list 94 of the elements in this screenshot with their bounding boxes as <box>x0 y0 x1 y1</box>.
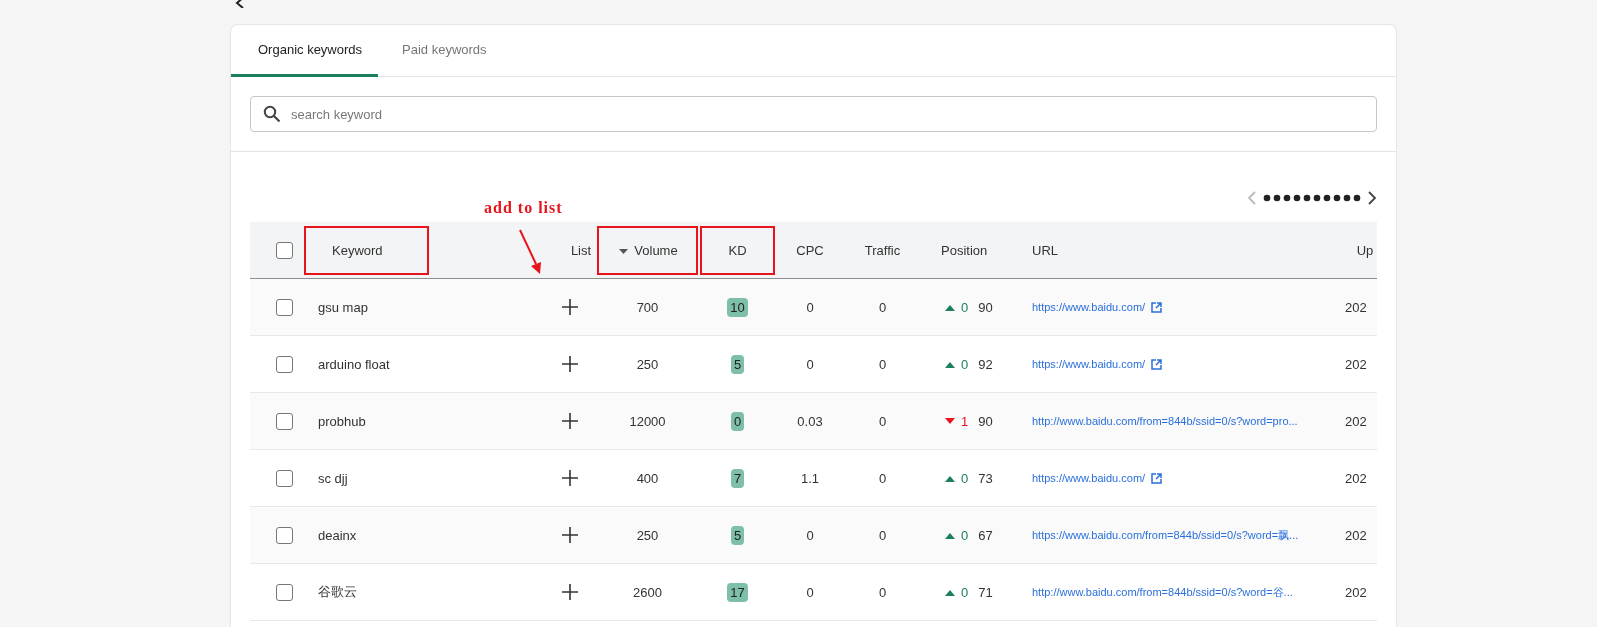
column-header[interactable]: KD <box>700 225 775 275</box>
position-cell: 90 <box>978 413 993 429</box>
column-header[interactable]: List <box>570 242 592 258</box>
sort-caret-icon <box>619 248 629 254</box>
up-triangle-icon <box>945 588 955 596</box>
table-cell: 202 <box>1345 470 1367 486</box>
row-checkbox[interactable] <box>275 469 293 487</box>
row-checkbox[interactable] <box>275 412 293 430</box>
traffic-cell: 0 <box>878 470 887 486</box>
kd-badge: 17 <box>727 582 748 602</box>
row-checkbox[interactable] <box>275 355 293 373</box>
down-triangle-icon <box>945 417 955 425</box>
position-cell: 92 <box>978 356 993 372</box>
up-triangle-icon <box>945 360 955 368</box>
row-checkbox[interactable] <box>275 583 293 601</box>
add-icon[interactable] <box>562 356 578 372</box>
add-icon[interactable] <box>562 413 578 429</box>
page-dots-icon <box>1263 194 1361 202</box>
search-icon <box>263 105 281 123</box>
position-change: 0 <box>961 299 969 315</box>
cpc-cell: 1.1 <box>800 470 820 486</box>
position-cell: 90 <box>978 299 993 315</box>
url-link[interactable]: https://www.baidu.com/ <box>1032 472 1146 484</box>
volume-cell: 400 <box>636 470 659 486</box>
keyword-cell: sc djj <box>318 470 348 486</box>
kd-badge: 7 <box>730 468 745 488</box>
external-link-icon[interactable] <box>1151 301 1163 313</box>
up-triangle-icon <box>945 474 955 482</box>
select-all-checkbox[interactable] <box>275 241 293 259</box>
kd-badge: 5 <box>730 525 745 545</box>
cpc-cell: 0.03 <box>797 413 823 429</box>
next-page-icon[interactable] <box>1367 191 1377 205</box>
up-triangle-icon <box>945 303 955 311</box>
column-header[interactable]: Keyword <box>304 225 429 275</box>
cpc-cell: 0 <box>806 299 814 315</box>
position-change: 1 <box>961 413 969 429</box>
keyword-cell: gsu map <box>318 299 368 315</box>
column-header[interactable]: Traffic <box>864 242 901 258</box>
traffic-cell: 0 <box>878 413 887 429</box>
position-change: 0 <box>961 356 969 372</box>
row-checkbox[interactable] <box>275 298 293 316</box>
up-triangle-icon <box>945 531 955 539</box>
table-cell: 202 <box>1345 584 1367 600</box>
position-cell: 67 <box>978 527 993 543</box>
position-change: 0 <box>961 527 969 543</box>
annotation-text: add to list <box>484 199 563 217</box>
url-link[interactable]: http://www.baidu.com/from=844b/ssid=0/s?word=pro... <box>1032 415 1298 427</box>
url-link[interactable]: http://www.baidu.com/from=844b/ssid=0/s?word=谷... <box>1032 584 1293 600</box>
traffic-cell: 0 <box>878 527 887 543</box>
search-field[interactable]: search keyword <box>250 96 1377 132</box>
row-checkbox[interactable] <box>275 526 293 544</box>
table-cell: 202 <box>1345 413 1367 429</box>
annotation-arrow <box>518 228 544 276</box>
column-header[interactable]: CPC <box>796 242 824 258</box>
tab[interactable]: Paid keywords <box>378 25 511 77</box>
volume-cell: 12000 <box>629 413 666 429</box>
position-change: 0 <box>961 584 969 600</box>
position-change: 0 <box>961 470 969 486</box>
url-link[interactable]: https://www.baidu.com/ <box>1032 358 1146 370</box>
kd-badge: 0 <box>730 411 745 431</box>
keyword-cell: deainx <box>318 527 357 543</box>
column-header[interactable]: Up <box>1356 242 1374 258</box>
table-cell: 202 <box>1345 527 1367 543</box>
cpc-cell: 0 <box>806 584 814 600</box>
column-header[interactable]: Volume <box>597 225 698 275</box>
kd-badge: 10 <box>727 297 748 317</box>
keyword-cell: 谷歌云 <box>318 583 357 601</box>
external-link-icon[interactable] <box>1151 472 1163 484</box>
add-icon[interactable] <box>562 299 578 315</box>
volume-cell: 700 <box>636 299 659 315</box>
url-link[interactable]: https://www.baidu.com/ <box>1032 301 1146 313</box>
tab[interactable]: Organic keywords <box>231 25 379 77</box>
keyword-cell: arduino float <box>318 356 390 372</box>
position-cell: 71 <box>978 584 993 600</box>
volume-cell: 250 <box>636 356 659 372</box>
traffic-cell: 0 <box>878 299 887 315</box>
traffic-cell: 0 <box>878 584 887 600</box>
traffic-cell: 0 <box>878 356 887 372</box>
url-link[interactable]: https://www.baidu.com/from=844b/ssid=0/s?word=飘... <box>1032 527 1299 543</box>
add-icon[interactable] <box>562 584 578 600</box>
external-link-icon[interactable] <box>1151 358 1163 370</box>
kd-badge: 5 <box>730 354 745 374</box>
table-cell: 202 <box>1345 356 1367 372</box>
cpc-cell: 0 <box>806 527 814 543</box>
table-cell: 202 <box>1345 299 1367 315</box>
column-header[interactable]: URL <box>1032 242 1058 258</box>
volume-cell: 250 <box>636 527 659 543</box>
column-header[interactable]: Position <box>941 242 988 258</box>
add-icon[interactable] <box>562 470 578 486</box>
cpc-cell: 0 <box>806 356 814 372</box>
volume-cell: 2600 <box>633 584 662 600</box>
keyword-cell: probhub <box>318 413 366 429</box>
add-icon[interactable] <box>562 527 578 543</box>
position-cell: 73 <box>978 470 993 486</box>
